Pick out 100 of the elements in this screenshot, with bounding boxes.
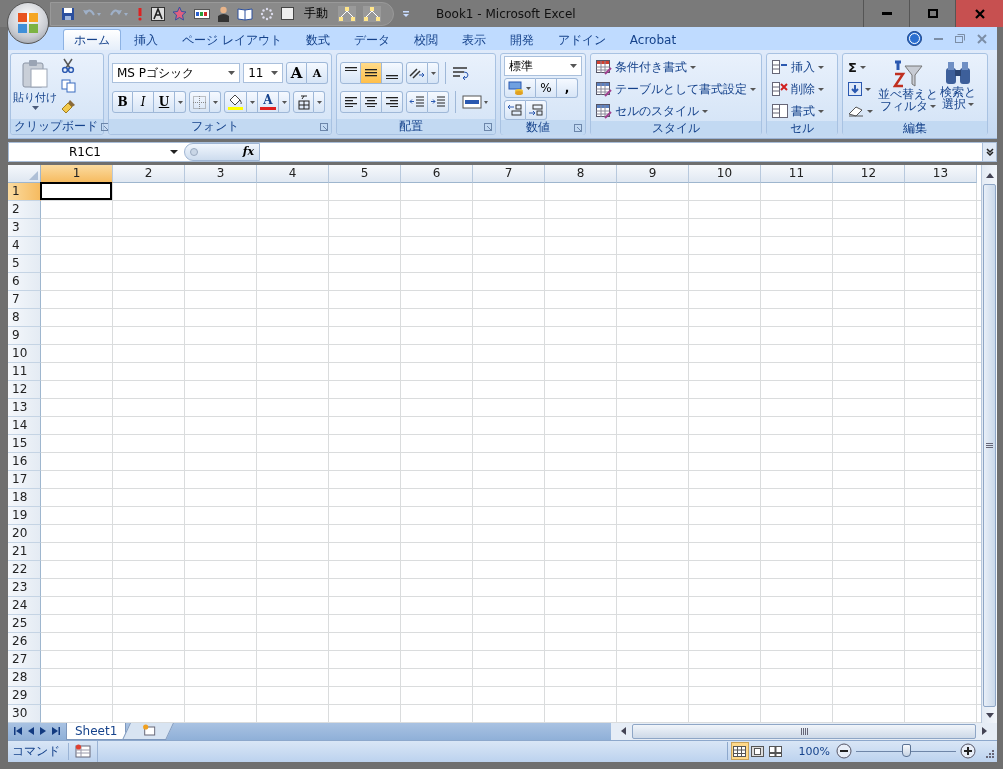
diagram-icon[interactable] [338,5,356,22]
sparkle-icon[interactable] [260,6,274,21]
zoom-level[interactable]: 100% [798,744,830,758]
customize-dropdown-icon[interactable] [402,9,410,18]
column-header[interactable]: 4 [257,164,329,183]
currency-button[interactable] [504,78,536,98]
style-menu-button[interactable]: テーブルとして書式設定 [593,79,759,99]
borders-button[interactable] [189,91,210,113]
dropdown-button[interactable] [428,62,439,84]
ribbon-tab[interactable]: Acrobat [618,29,688,50]
shrink-font-button[interactable]: A [307,62,328,84]
ribbon-tab[interactable]: 数式 [294,29,341,50]
cells-menu-button[interactable]: 書式 [769,101,835,121]
merge-cells-icon[interactable] [462,95,488,109]
column-header[interactable]: 3 [185,164,257,183]
book-icon[interactable] [237,6,253,21]
number-format-dropdown[interactable]: 標準 [504,56,582,76]
office-button[interactable] [7,2,49,44]
increase-indent-button[interactable] [428,91,449,113]
comma-button[interactable]: , [557,78,578,98]
style-menu-button[interactable]: 条件付き書式 [593,57,759,77]
font-color-button[interactable]: A [258,91,279,113]
color-bar-icon[interactable] [194,8,210,19]
previous-sheet-icon[interactable] [28,727,34,736]
column-header[interactable]: 12 [833,164,905,183]
ribbon-tab[interactable]: 開発 [498,29,545,50]
column-header[interactable]: 8 [545,164,617,183]
fill-color-button[interactable] [224,91,247,113]
column-header[interactable]: 9 [617,164,689,183]
select-all-button[interactable] [8,164,41,183]
ribbon-tab[interactable]: 挿入 [123,29,169,50]
vertical-scrollbar[interactable] [981,164,997,723]
find-select-button[interactable]: 検索と 選択 [940,57,976,121]
scissors-icon[interactable] [61,58,75,73]
zoom-in-icon[interactable] [960,743,976,760]
paste-button[interactable]: 貼り付け [13,57,57,119]
help-icon[interactable] [907,31,922,46]
next-sheet-icon[interactable] [40,727,46,736]
star-icon[interactable] [172,6,187,21]
dropdown-button[interactable] [279,91,290,113]
dropdown-button[interactable] [314,91,325,113]
copy-icon[interactable] [61,79,76,93]
cells-menu-button[interactable]: 挿入 [769,57,835,77]
font-size-dropdown[interactable]: 11 [243,63,283,83]
dropdown-button[interactable] [210,91,221,113]
column-header[interactable]: 5 [329,164,401,183]
scroll-thumb[interactable] [983,183,996,707]
dialog-launcher-icon[interactable] [574,123,582,132]
align-button[interactable] [361,91,382,113]
ribbon-tab[interactable]: アドイン [546,29,617,50]
brush-icon[interactable] [61,99,76,114]
column-header[interactable]: 11 [761,164,833,183]
dropdown-button[interactable] [175,91,186,113]
first-sheet-icon[interactable] [14,727,22,736]
orientation-button[interactable] [406,62,428,84]
autosum-button[interactable]: Σ [845,57,876,77]
align-button[interactable] [340,62,361,84]
underline-button[interactable]: U [154,91,175,113]
text-box-icon[interactable] [151,6,165,21]
align-button[interactable] [361,62,382,84]
dropdown-button[interactable] [247,91,258,113]
ribbon-tab[interactable]: データ [342,29,401,50]
cells-menu-button[interactable]: 削除 [769,79,835,99]
italic-button[interactable]: I [133,91,154,113]
bold-button[interactable]: B [112,91,133,113]
zoom-slider-thumb[interactable] [902,743,911,757]
column-header[interactable]: 1 [41,164,113,183]
view-button[interactable] [730,742,749,761]
ribbon-tab[interactable]: 校閲 [402,29,449,50]
percent-button[interactable]: % [536,78,557,98]
record-macro-icon[interactable] [75,744,91,759]
wrap-text-icon[interactable] [452,65,470,81]
calculation-mode-label[interactable]: 手動 [301,5,331,22]
font-name-dropdown[interactable]: MS Pゴシック [112,63,241,83]
person-icon[interactable] [217,5,230,22]
last-sheet-icon[interactable] [52,727,60,736]
ribbon-tab[interactable]: ページ レイアウト [171,29,293,50]
dialog-launcher-icon[interactable] [101,122,109,131]
dialog-launcher-icon[interactable] [484,122,492,131]
align-button[interactable] [340,91,361,113]
column-header[interactable]: 7 [473,164,545,183]
column-header[interactable]: 13 [905,164,977,183]
grow-font-button[interactable]: A [286,62,307,84]
column-header[interactable]: 2 [113,164,185,183]
sort-filter-button[interactable]: 並べ替えと フィルタ [878,57,938,121]
increase-decimal-button[interactable] [504,100,526,120]
ribbon-tab[interactable]: ホーム [63,29,121,50]
zoom-out-icon[interactable] [836,743,852,760]
decrease-decimal-button[interactable] [526,100,547,120]
ribbon-tab[interactable]: 表示 [450,29,497,50]
resize-grip-icon[interactable] [986,750,994,759]
column-header[interactable]: 6 [401,164,473,183]
style-menu-button[interactable]: セルのスタイル [593,101,759,121]
align-button[interactable] [382,91,403,113]
close-button[interactable] [955,0,1003,27]
scroll-thumb[interactable] [632,723,976,739]
save-icon[interactable] [61,6,75,21]
diagram-icon[interactable] [363,5,381,22]
checkbox-icon[interactable] [281,7,294,20]
align-button[interactable] [382,62,403,84]
